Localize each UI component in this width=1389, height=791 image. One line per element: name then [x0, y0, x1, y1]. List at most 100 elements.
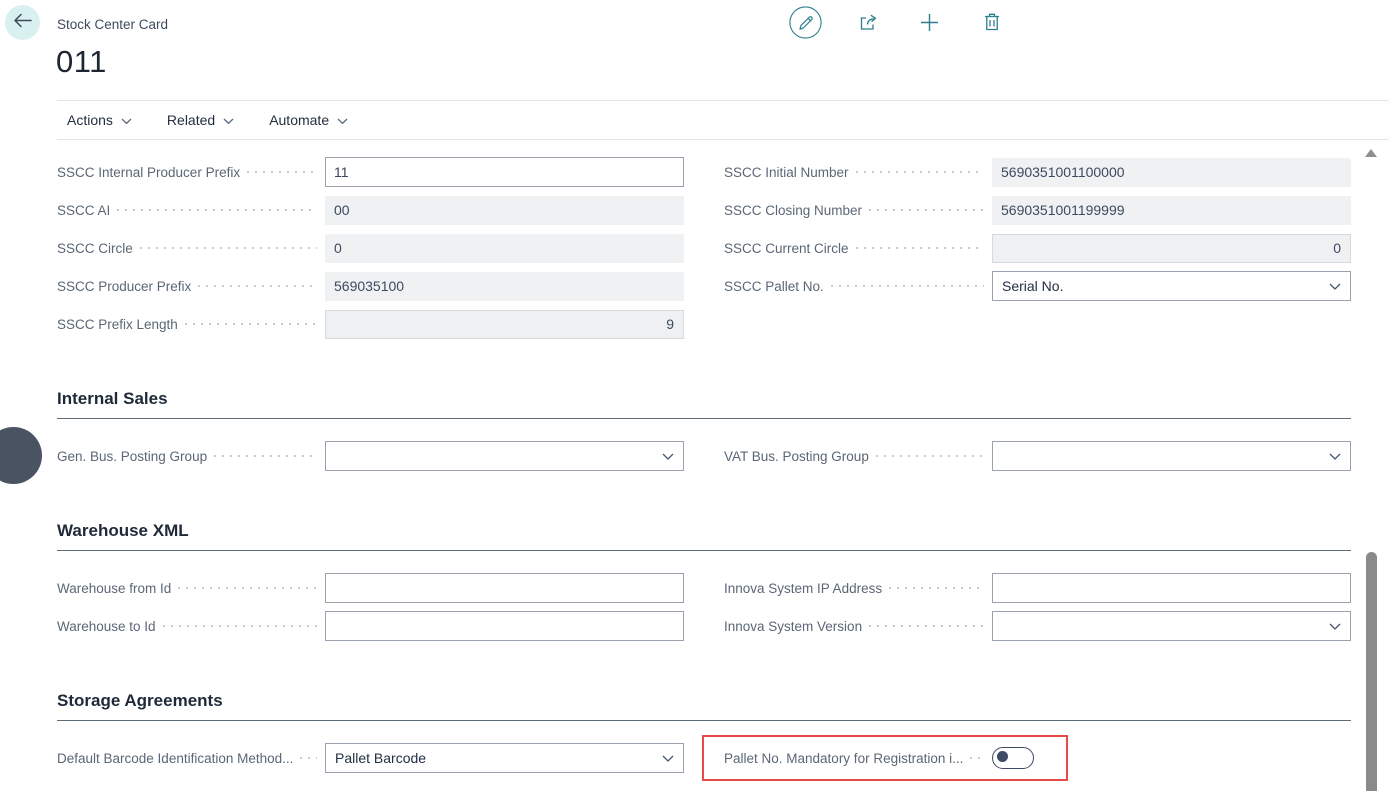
input-warehouse-from-id[interactable] — [325, 573, 684, 603]
readonly-field-sscc-initial-number: 5690351001100000 — [992, 158, 1351, 187]
field-label-sscc-closing-number: SSCC Closing Number — [724, 203, 862, 218]
card-content: SSCC Internal Producer PrefixSSCC AI00SS… — [57, 140, 1351, 777]
menu-automate[interactable]: Automate — [269, 112, 348, 128]
field-row-gen-bus-posting-group: Gen. Bus. Posting Group — [57, 437, 684, 475]
field-label-sscc-initial-number: SSCC Initial Number — [724, 165, 849, 180]
toggle-wrap — [992, 747, 1351, 769]
field-label-wrap: SSCC Circle — [57, 241, 325, 256]
dotted-leader — [300, 757, 317, 759]
field-label-wrap: Warehouse from Id — [57, 581, 325, 596]
field-label-wrap: Warehouse to Id — [57, 619, 325, 634]
field-label-sscc-internal-producer-prefix: SSCC Internal Producer Prefix — [57, 165, 240, 180]
action-menubar: Actions Related Automate — [57, 100, 1389, 140]
field-label-default-barcode-identification-method: Default Barcode Identification Method... — [57, 751, 293, 766]
fields-column-left: SSCC Internal Producer PrefixSSCC AI00SS… — [57, 153, 684, 343]
field-label-warehouse-from-id: Warehouse from Id — [57, 581, 171, 596]
dotted-leader — [889, 587, 984, 589]
input-sscc-internal-producer-prefix[interactable] — [325, 157, 684, 187]
field-row-sscc-ai: SSCC AI00 — [57, 191, 684, 229]
field-label-wrap: Default Barcode Identification Method... — [57, 751, 325, 766]
chevron-down-icon — [1329, 618, 1341, 634]
field-label-wrap: VAT Bus. Posting Group — [724, 449, 992, 464]
field-label-wrap: SSCC AI — [57, 203, 325, 218]
dotted-leader — [198, 285, 317, 287]
field-label-wrap: SSCC Internal Producer Prefix — [57, 165, 325, 180]
fields-column-right: Pallet No. Mandatory for Registration i.… — [724, 739, 1351, 777]
field-label-innova-system-ip-address: Innova System IP Address — [724, 581, 882, 596]
field-label-wrap: SSCC Current Circle — [724, 241, 992, 256]
chevron-down-icon — [1329, 278, 1341, 294]
share-button[interactable] — [851, 8, 884, 41]
field-row-sscc-initial-number: SSCC Initial Number 5690351001100000 — [724, 153, 1351, 191]
field-label-wrap: SSCC Pallet No. — [724, 279, 992, 294]
section-columns: Warehouse from Id Warehouse to Id Innova S… — [57, 569, 1351, 645]
readonly-field-sscc-closing-number: 5690351001199999 — [992, 196, 1351, 225]
field-label-wrap: Gen. Bus. Posting Group — [57, 449, 325, 464]
back-button[interactable] — [5, 5, 40, 40]
select-sscc-pallet-no[interactable]: Serial No. — [992, 271, 1351, 301]
menu-actions-label: Actions — [67, 112, 113, 128]
menu-automate-label: Automate — [269, 112, 329, 128]
field-label-wrap: SSCC Prefix Length — [57, 317, 325, 332]
menu-related[interactable]: Related — [167, 112, 234, 128]
delete-button[interactable] — [975, 8, 1008, 41]
select-innova-system-version[interactable] — [992, 611, 1351, 641]
field-row-warehouse-to-id: Warehouse to Id — [57, 607, 684, 645]
edit-pencil-icon — [789, 6, 822, 44]
field-row-warehouse-from-id: Warehouse from Id — [57, 569, 684, 607]
page-caption: Stock Center Card — [57, 17, 168, 32]
select-default-barcode-identification-method[interactable]: Pallet Barcode — [325, 743, 684, 773]
chevron-down-icon — [662, 750, 674, 766]
fields-column-right: VAT Bus. Posting Group — [724, 437, 1351, 475]
dotted-leader — [247, 171, 317, 173]
section-columns: Gen. Bus. Posting Group VAT Bus. Posting … — [57, 437, 1351, 475]
field-row-default-barcode-identification-method: Default Barcode Identification Method...… — [57, 739, 684, 777]
field-label-wrap: Innova System Version — [724, 619, 992, 634]
dotted-leader — [214, 455, 317, 457]
field-label-gen-bus-posting-group: Gen. Bus. Posting Group — [57, 449, 207, 464]
field-row-pallet-no-mandatory-for-registration-i: Pallet No. Mandatory for Registration i.… — [724, 739, 1351, 777]
field-label-warehouse-to-id: Warehouse to Id — [57, 619, 156, 634]
page-title: 011 — [56, 44, 107, 80]
select-gen-bus-posting-group[interactable] — [325, 441, 684, 471]
new-button[interactable] — [913, 8, 946, 41]
dotted-leader — [140, 247, 317, 249]
field-row-sscc-prefix-length: SSCC Prefix Length 9 — [57, 305, 684, 343]
input-warehouse-to-id[interactable] — [325, 611, 684, 641]
dotted-leader — [117, 209, 317, 211]
menu-related-label: Related — [167, 112, 215, 128]
scrollbar-up-arrow-icon[interactable] — [1365, 149, 1377, 157]
menu-actions[interactable]: Actions — [67, 112, 132, 128]
select-vat-bus-posting-group[interactable] — [992, 441, 1351, 471]
field-label-wrap: Innova System IP Address — [724, 581, 992, 596]
dotted-leader — [163, 625, 317, 627]
field-label-sscc-circle: SSCC Circle — [57, 241, 133, 256]
field-label-innova-system-version: Innova System Version — [724, 619, 862, 634]
scrollbar-thumb[interactable] — [1366, 552, 1377, 791]
field-row-innova-system-version: Innova System Version — [724, 607, 1351, 645]
side-panel-handle[interactable] — [0, 427, 42, 484]
field-label-sscc-prefix-length: SSCC Prefix Length — [57, 317, 178, 332]
field-label-wrap: SSCC Initial Number — [724, 165, 992, 180]
section-heading-warehouse-xml: Warehouse XML — [57, 521, 1351, 551]
dotted-leader — [869, 625, 984, 627]
select-value: Serial No. — [1002, 278, 1329, 294]
dotted-leader — [178, 587, 317, 589]
back-arrow-icon — [13, 13, 32, 33]
field-row-sscc-internal-producer-prefix: SSCC Internal Producer Prefix — [57, 153, 684, 191]
dotted-leader — [856, 171, 984, 173]
field-label-pallet-no-mandatory-for-registration-i: Pallet No. Mandatory for Registration i.… — [724, 751, 963, 766]
field-row-innova-system-ip-address: Innova System IP Address — [724, 569, 1351, 607]
readonly-field-sscc-prefix-length: 9 — [325, 310, 684, 339]
toggle-knob — [997, 751, 1008, 762]
input-innova-system-ip-address[interactable] — [992, 573, 1351, 603]
edit-button[interactable] — [789, 8, 822, 41]
record-toolbar — [789, 8, 1008, 41]
field-label-sscc-ai: SSCC AI — [57, 203, 110, 218]
field-label-wrap: Pallet No. Mandatory for Registration i.… — [724, 751, 992, 766]
dotted-leader — [970, 757, 984, 759]
field-label-sscc-pallet-no: SSCC Pallet No. — [724, 279, 824, 294]
fields-column-right: SSCC Initial Number5690351001100000SSCC … — [724, 153, 1351, 343]
toggle-pallet-no-mandatory-for-registration-i[interactable] — [992, 747, 1034, 769]
field-label-wrap: SSCC Closing Number — [724, 203, 992, 218]
